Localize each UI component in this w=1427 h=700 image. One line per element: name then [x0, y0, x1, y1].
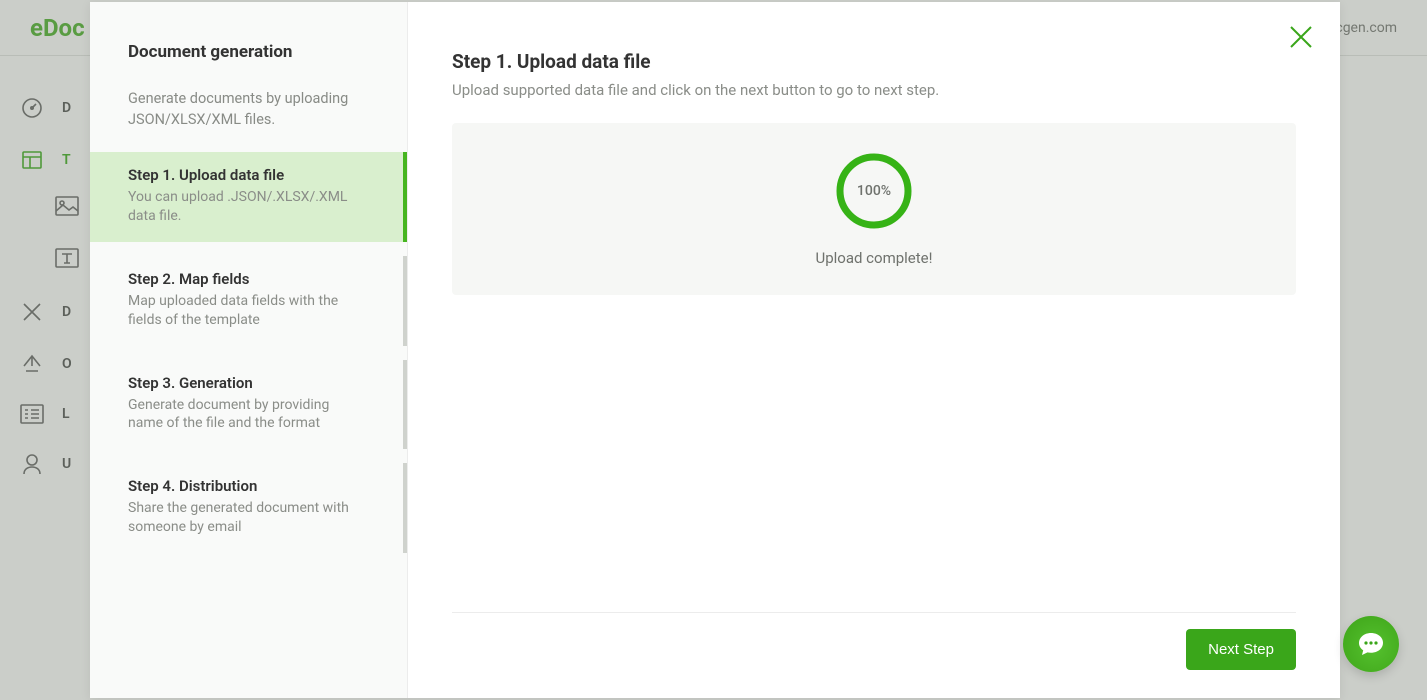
step-desc: You can upload .JSON/.XLSX/.XML data fil…: [128, 188, 365, 226]
upload-status-message: Upload complete!: [815, 249, 932, 267]
step-main-desc: Upload supported data file and click on …: [452, 81, 1296, 99]
step-desc: Share the generated document with someon…: [128, 499, 365, 537]
close-button[interactable]: [1288, 24, 1314, 54]
step-distribution[interactable]: Step 4. Distribution Share the generated…: [90, 463, 407, 553]
upload-progress-percent: 100%: [834, 151, 914, 231]
chat-icon: [1356, 629, 1386, 659]
step-generation[interactable]: Step 3. Generation Generate document by …: [90, 360, 407, 450]
step-title: Step 4. Distribution: [128, 477, 365, 495]
step-title: Step 1. Upload data file: [128, 166, 365, 184]
step-title: Step 2. Map fields: [128, 270, 365, 288]
step-title: Step 3. Generation: [128, 374, 365, 392]
modal-main-content: Step 1. Upload data file Upload supporte…: [408, 2, 1340, 698]
step-main-title: Step 1. Upload data file: [452, 50, 1296, 73]
document-generation-modal: Document generation Generate documents b…: [90, 2, 1340, 698]
step-upload-data-file[interactable]: Step 1. Upload data file You can upload …: [90, 152, 407, 242]
modal-title: Document generation: [128, 42, 369, 62]
step-desc: Map uploaded data fields with the fields…: [128, 292, 365, 330]
close-icon: [1288, 24, 1314, 50]
step-map-fields[interactable]: Step 2. Map fields Map uploaded data fie…: [90, 256, 407, 346]
modal-steps-sidebar: Document generation Generate documents b…: [90, 2, 408, 698]
next-step-button[interactable]: Next Step: [1186, 629, 1296, 670]
modal-description: Generate documents by uploading JSON/XLS…: [128, 88, 369, 130]
upload-panel: 100% Upload complete!: [452, 123, 1296, 295]
step-desc: Generate document by providing name of t…: [128, 396, 365, 434]
upload-progress-ring: 100%: [834, 151, 914, 231]
chat-fab-button[interactable]: [1343, 616, 1399, 672]
modal-footer: Next Step: [452, 612, 1296, 698]
